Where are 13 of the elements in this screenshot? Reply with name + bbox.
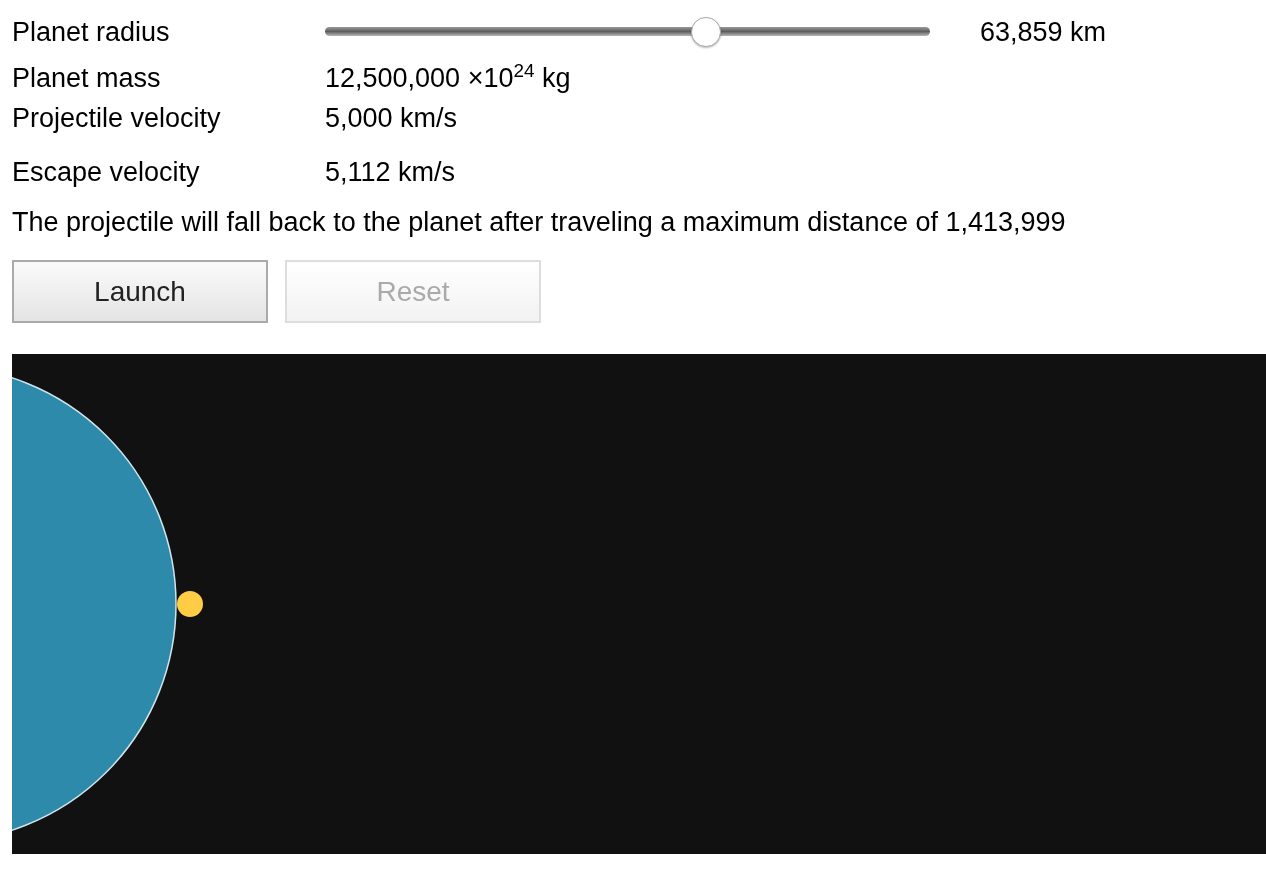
parameter-value: 5,112 km/s — [325, 156, 456, 188]
parameter-value: 5,000 km/s — [325, 102, 458, 134]
slider-track[interactable] — [325, 27, 930, 36]
action-button[interactable]: Launch — [12, 260, 268, 323]
parameter-label: Planet radius — [12, 16, 171, 48]
parameter-label: Planet mass — [12, 62, 162, 94]
parameter-value: 12,500,000 ×10$^{24}$ kg — [325, 62, 571, 94]
parameter-label: Escape velocity — [12, 156, 201, 188]
parameter-value: 63,859 km — [980, 16, 1107, 48]
slider-thumb[interactable] — [691, 17, 722, 47]
result-message: The projectile will fall back to the planet after traveling a maximum distance of 1,413,999 — [12, 206, 1067, 239]
projectile-dot — [177, 591, 203, 617]
parameter-label: Projectile velocity — [12, 102, 222, 134]
